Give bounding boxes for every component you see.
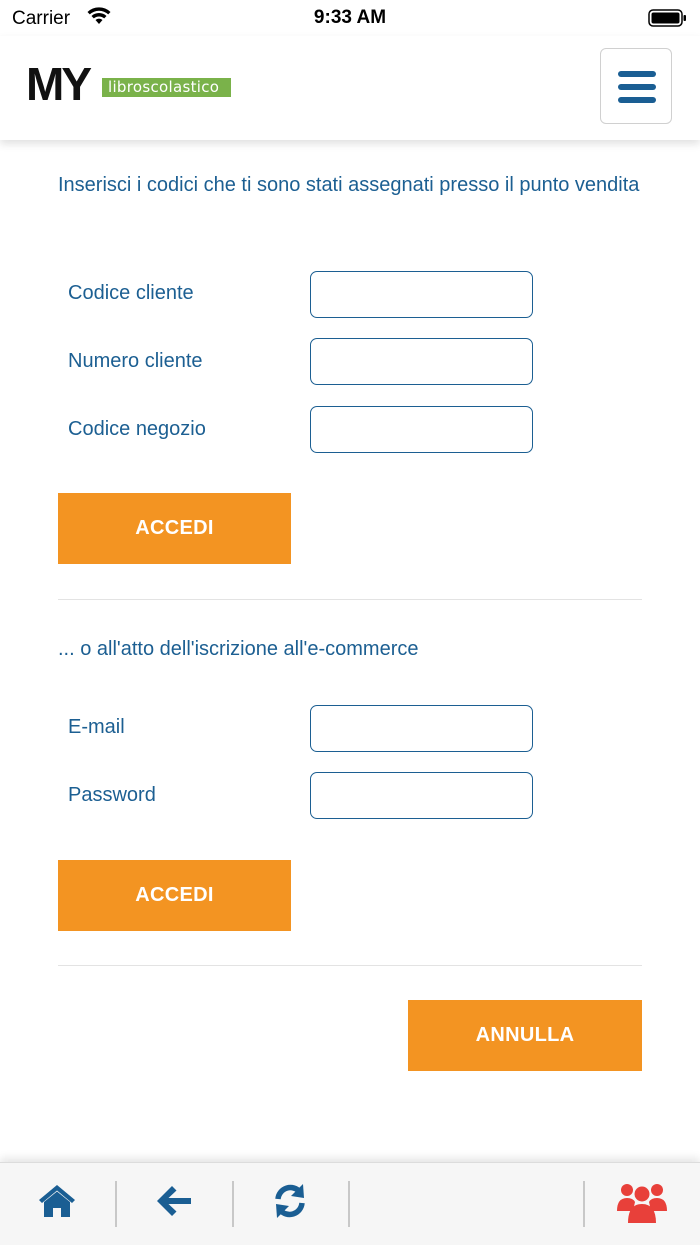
accedi-codes-button[interactable]: ACCEDI [58, 493, 291, 564]
refresh-icon[interactable] [270, 1181, 310, 1221]
logo-main-text: MY [26, 58, 92, 110]
accedi-ecommerce-button[interactable]: ACCEDI [58, 860, 291, 931]
email-field[interactable] [310, 705, 533, 752]
logo[interactable]: MY libroscolastico [26, 58, 236, 112]
toolbar-separator [348, 1181, 350, 1227]
toolbar-separator [115, 1181, 117, 1227]
toolbar-separator [232, 1181, 234, 1227]
codice-cliente-label: Codice cliente [68, 282, 194, 304]
numero-cliente-label: Numero cliente [68, 350, 203, 372]
codes-intro-text: Inserisci i codici che ti sono stati ass… [58, 174, 640, 196]
codice-cliente-input[interactable] [310, 271, 533, 318]
home-icon[interactable] [37, 1181, 77, 1221]
ecommerce-intro-text: ... o all'atto dell'iscrizione all'e-com… [58, 638, 419, 660]
password-field[interactable] [310, 772, 533, 819]
clock: 9:33 AM [313, 7, 387, 28]
status-bar: Carrier 9:33 AM [0, 0, 700, 36]
section-divider [58, 599, 642, 600]
users-icon[interactable] [616, 1181, 668, 1225]
logo-tagline: libroscolastico [102, 78, 231, 97]
bottom-toolbar [0, 1162, 700, 1245]
back-arrow-icon[interactable] [154, 1181, 194, 1221]
numero-cliente-input[interactable] [310, 338, 533, 385]
toolbar-separator [583, 1181, 585, 1227]
annulla-button[interactable]: ANNULLA [408, 1000, 642, 1071]
section-divider [58, 965, 642, 966]
codice-negozio-input[interactable] [310, 406, 533, 453]
hamburger-menu-button[interactable] [600, 48, 672, 124]
password-label: Password [68, 784, 156, 806]
app-header: MY libroscolastico [0, 36, 700, 140]
codice-negozio-label: Codice negozio [68, 418, 206, 440]
battery-icon [648, 9, 686, 27]
email-label: E-mail [68, 716, 125, 738]
